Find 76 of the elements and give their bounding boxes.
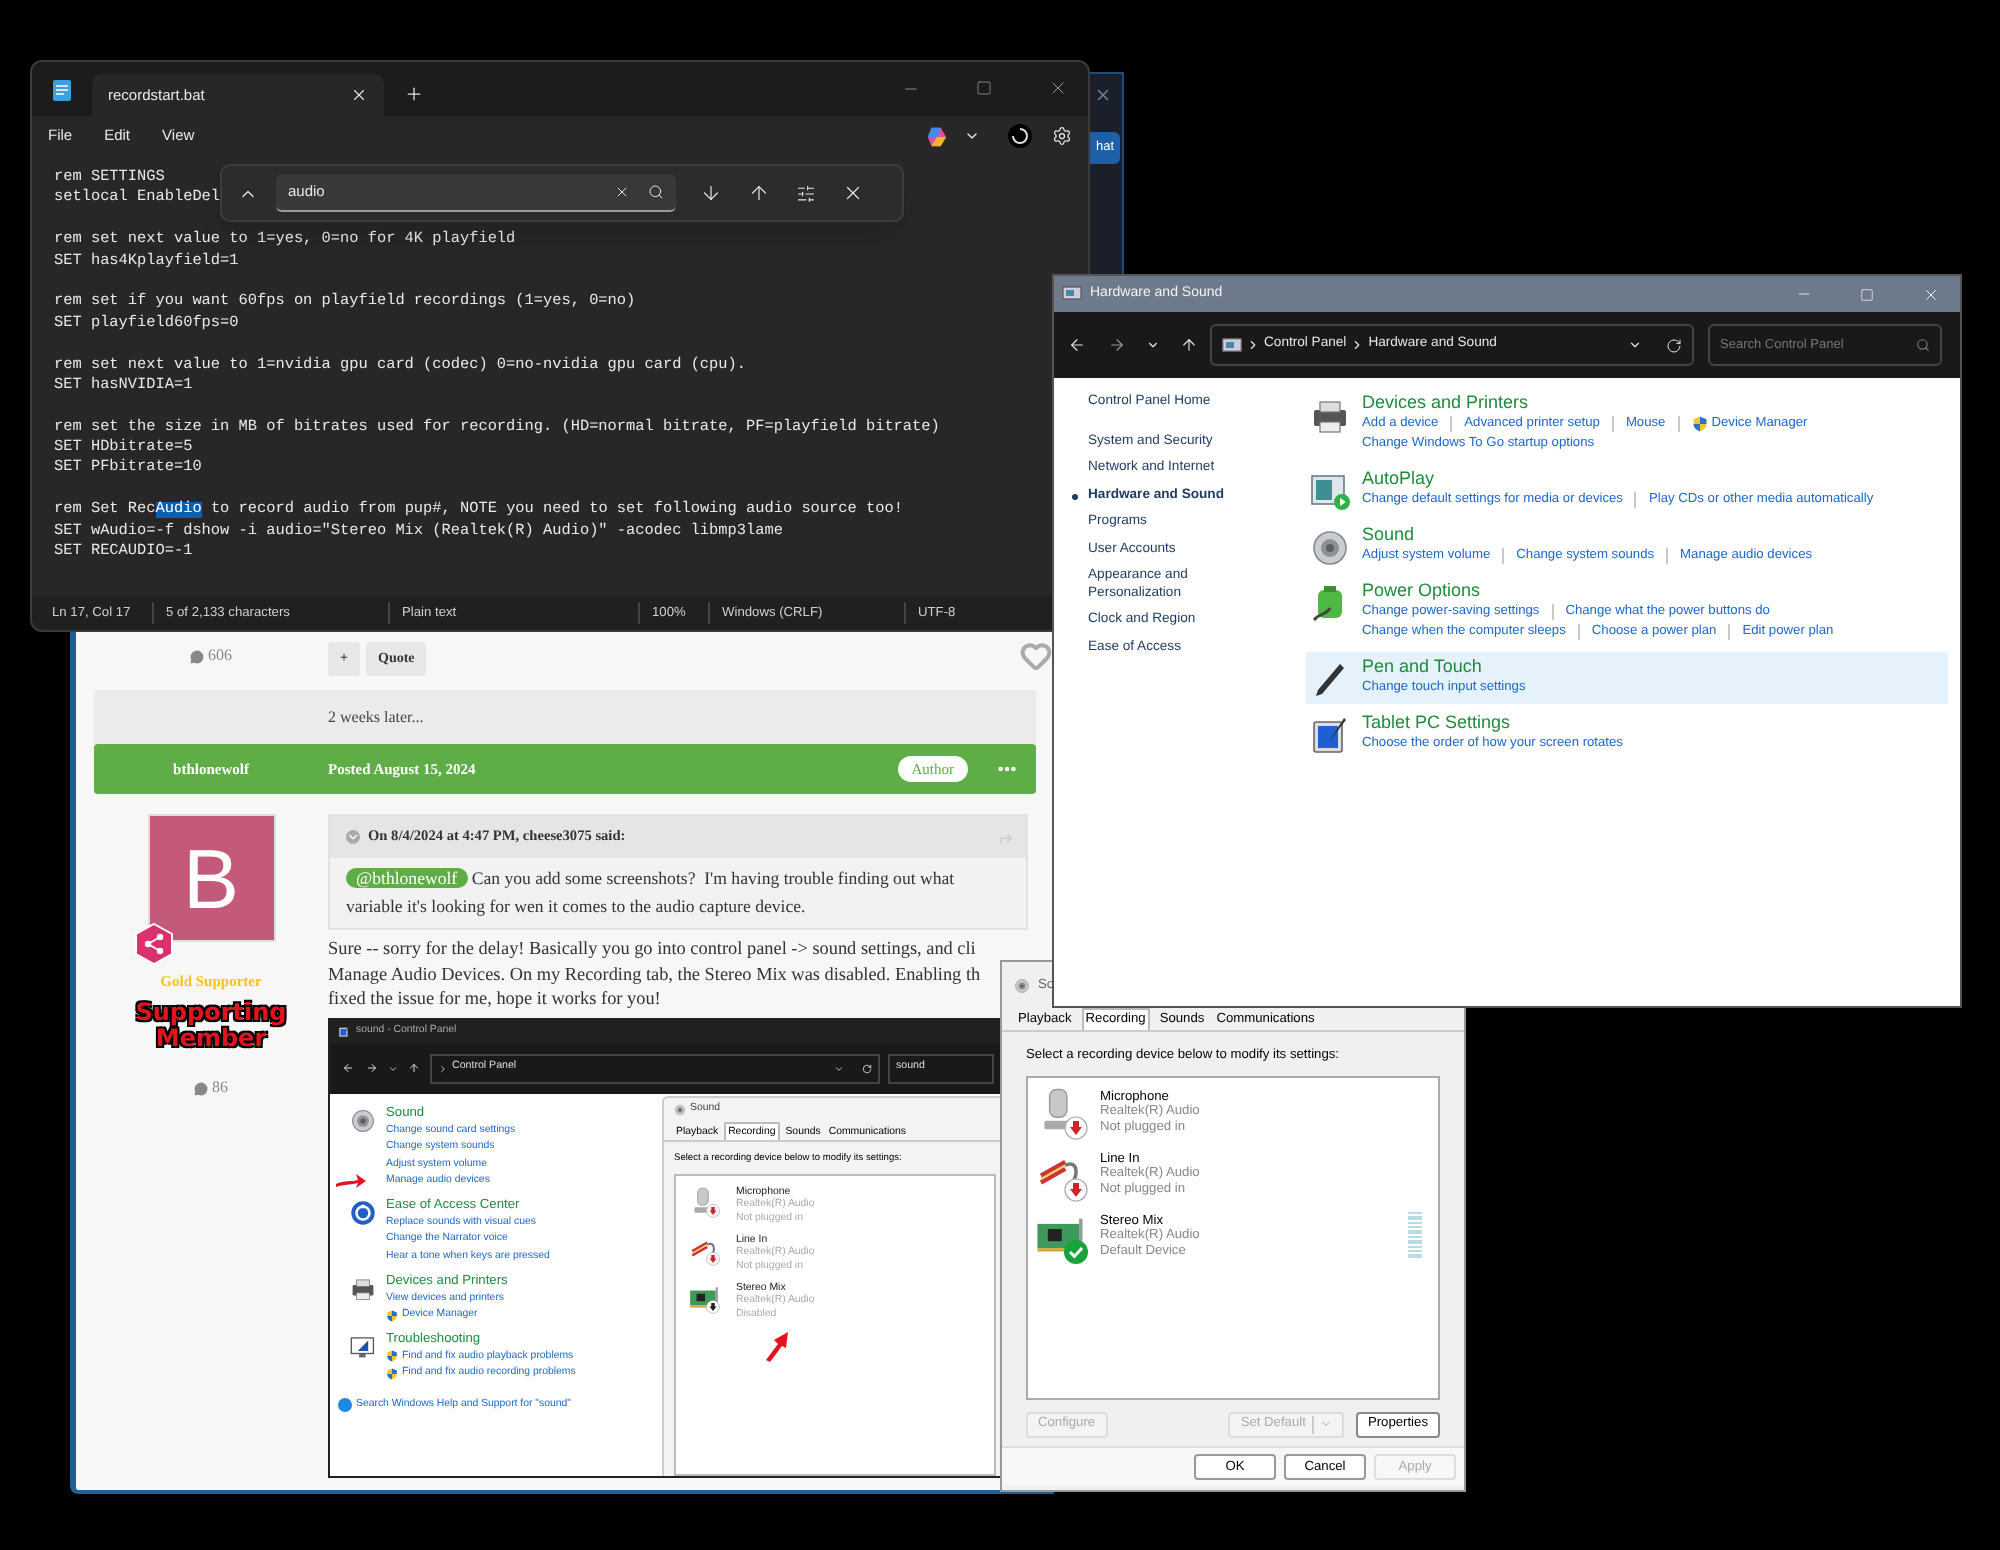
close-icon[interactable] — [1048, 78, 1068, 98]
separator-icon — [1350, 338, 1365, 352]
avatar: B — [147, 814, 275, 942]
pointer-arrow — [334, 1172, 368, 1191]
down-arrow-badge-icon — [1064, 1115, 1088, 1140]
search-icon[interactable] — [648, 184, 664, 200]
printer-icon — [350, 1275, 376, 1302]
speaker-icon — [350, 1107, 376, 1133]
time-gap-text: 2 weeks later... — [328, 705, 424, 729]
back-icon[interactable] — [1068, 336, 1086, 354]
category-heading[interactable]: Devices and Printers — [1362, 392, 1529, 414]
forward-icon[interactable] — [1108, 336, 1126, 354]
accessibility-icon — [350, 1199, 376, 1226]
comment-icon — [190, 649, 204, 663]
options-icon[interactable] — [796, 183, 816, 203]
help-icon — [338, 1398, 352, 1413]
speaker-icon — [1014, 978, 1030, 994]
search-icon — [1916, 338, 1930, 352]
category-heading[interactable]: Sound — [1362, 523, 1415, 546]
printer-icon — [1310, 396, 1350, 436]
chevron-down-icon[interactable] — [964, 128, 980, 144]
up-icon[interactable] — [1180, 336, 1198, 354]
separator-icon — [1246, 338, 1260, 352]
close-icon[interactable] — [842, 182, 864, 204]
down-arrow-badge-icon — [706, 1299, 720, 1314]
pen-icon — [1310, 659, 1350, 700]
category-heading[interactable]: Tablet PC Settings — [1362, 711, 1511, 734]
back-icon[interactable] — [342, 1062, 354, 1074]
check-badge-icon — [1064, 1239, 1088, 1264]
chevron-down-icon[interactable] — [1628, 338, 1642, 352]
tablet-icon — [338, 1025, 350, 1037]
account-icon[interactable] — [1008, 124, 1032, 148]
control-panel-icon — [1222, 337, 1242, 353]
speaker-icon — [674, 1104, 686, 1116]
level-meter-icon — [1408, 1211, 1422, 1258]
rank-badge-icon — [131, 922, 175, 966]
category-heading[interactable]: AutoPlay — [1362, 467, 1435, 490]
settings-icon[interactable] — [1052, 126, 1072, 146]
tablet-icon — [1310, 715, 1350, 756]
comment-icon — [194, 1081, 208, 1096]
close-tab-icon[interactable] — [350, 86, 368, 104]
monitor-icon — [350, 1333, 376, 1360]
down-arrow-badge-icon — [706, 1203, 720, 1218]
shield-icon — [386, 1350, 398, 1363]
quote-text: @bthlonewolf Can you add some screenshots? I'm having trouble finding out what variable it's looking for wen it comes to the audio capture device. — [344, 866, 957, 920]
media-player-icon — [1310, 471, 1350, 512]
chevron-down-icon[interactable] — [834, 1063, 844, 1073]
pointer-arrow — [764, 1329, 790, 1362]
separator-icon — [438, 1063, 448, 1073]
down-arrow-badge-icon — [706, 1251, 720, 1266]
post-text: Sure -- sorry for the delay! Basically you go into control panel -> sound settings, and cli Manage Audio Devices. On my Recording tab, the Stereo Mix was disabled. Enabling th fixed the issue for me, hope it works for you! — [328, 936, 981, 1011]
comment-count: 606 — [208, 644, 232, 668]
shield-icon — [386, 1309, 398, 1322]
new-tab-icon[interactable] — [404, 84, 424, 104]
comment-count: 86 — [212, 1076, 228, 1101]
down-arrow-badge-icon — [1064, 1177, 1088, 1202]
notepad-icon — [52, 78, 72, 102]
category-heading[interactable]: Pen and Touch — [1362, 655, 1482, 678]
recent-locations-icon[interactable] — [1146, 338, 1160, 352]
shield-icon — [386, 1367, 398, 1380]
control-panel-icon — [1062, 286, 1082, 302]
refresh-icon[interactable] — [1666, 337, 1682, 353]
up-icon[interactable] — [408, 1062, 420, 1074]
refresh-icon[interactable] — [862, 1063, 872, 1073]
category-heading[interactable]: Power Options — [1362, 579, 1481, 602]
rank-title: Supporting Member — [133, 1000, 289, 1053]
copilot-icon[interactable] — [926, 125, 948, 147]
find-previous-icon[interactable] — [748, 182, 770, 204]
speaker-icon — [1310, 527, 1350, 568]
chevron-down-icon — [1319, 1418, 1332, 1431]
recent-locations-icon[interactable] — [388, 1063, 398, 1073]
forward-icon[interactable] — [366, 1062, 378, 1074]
maximize-icon[interactable] — [976, 80, 992, 96]
find-next-icon[interactable] — [700, 182, 722, 204]
clear-icon[interactable] — [614, 184, 630, 200]
shield-icon — [1691, 416, 1708, 433]
